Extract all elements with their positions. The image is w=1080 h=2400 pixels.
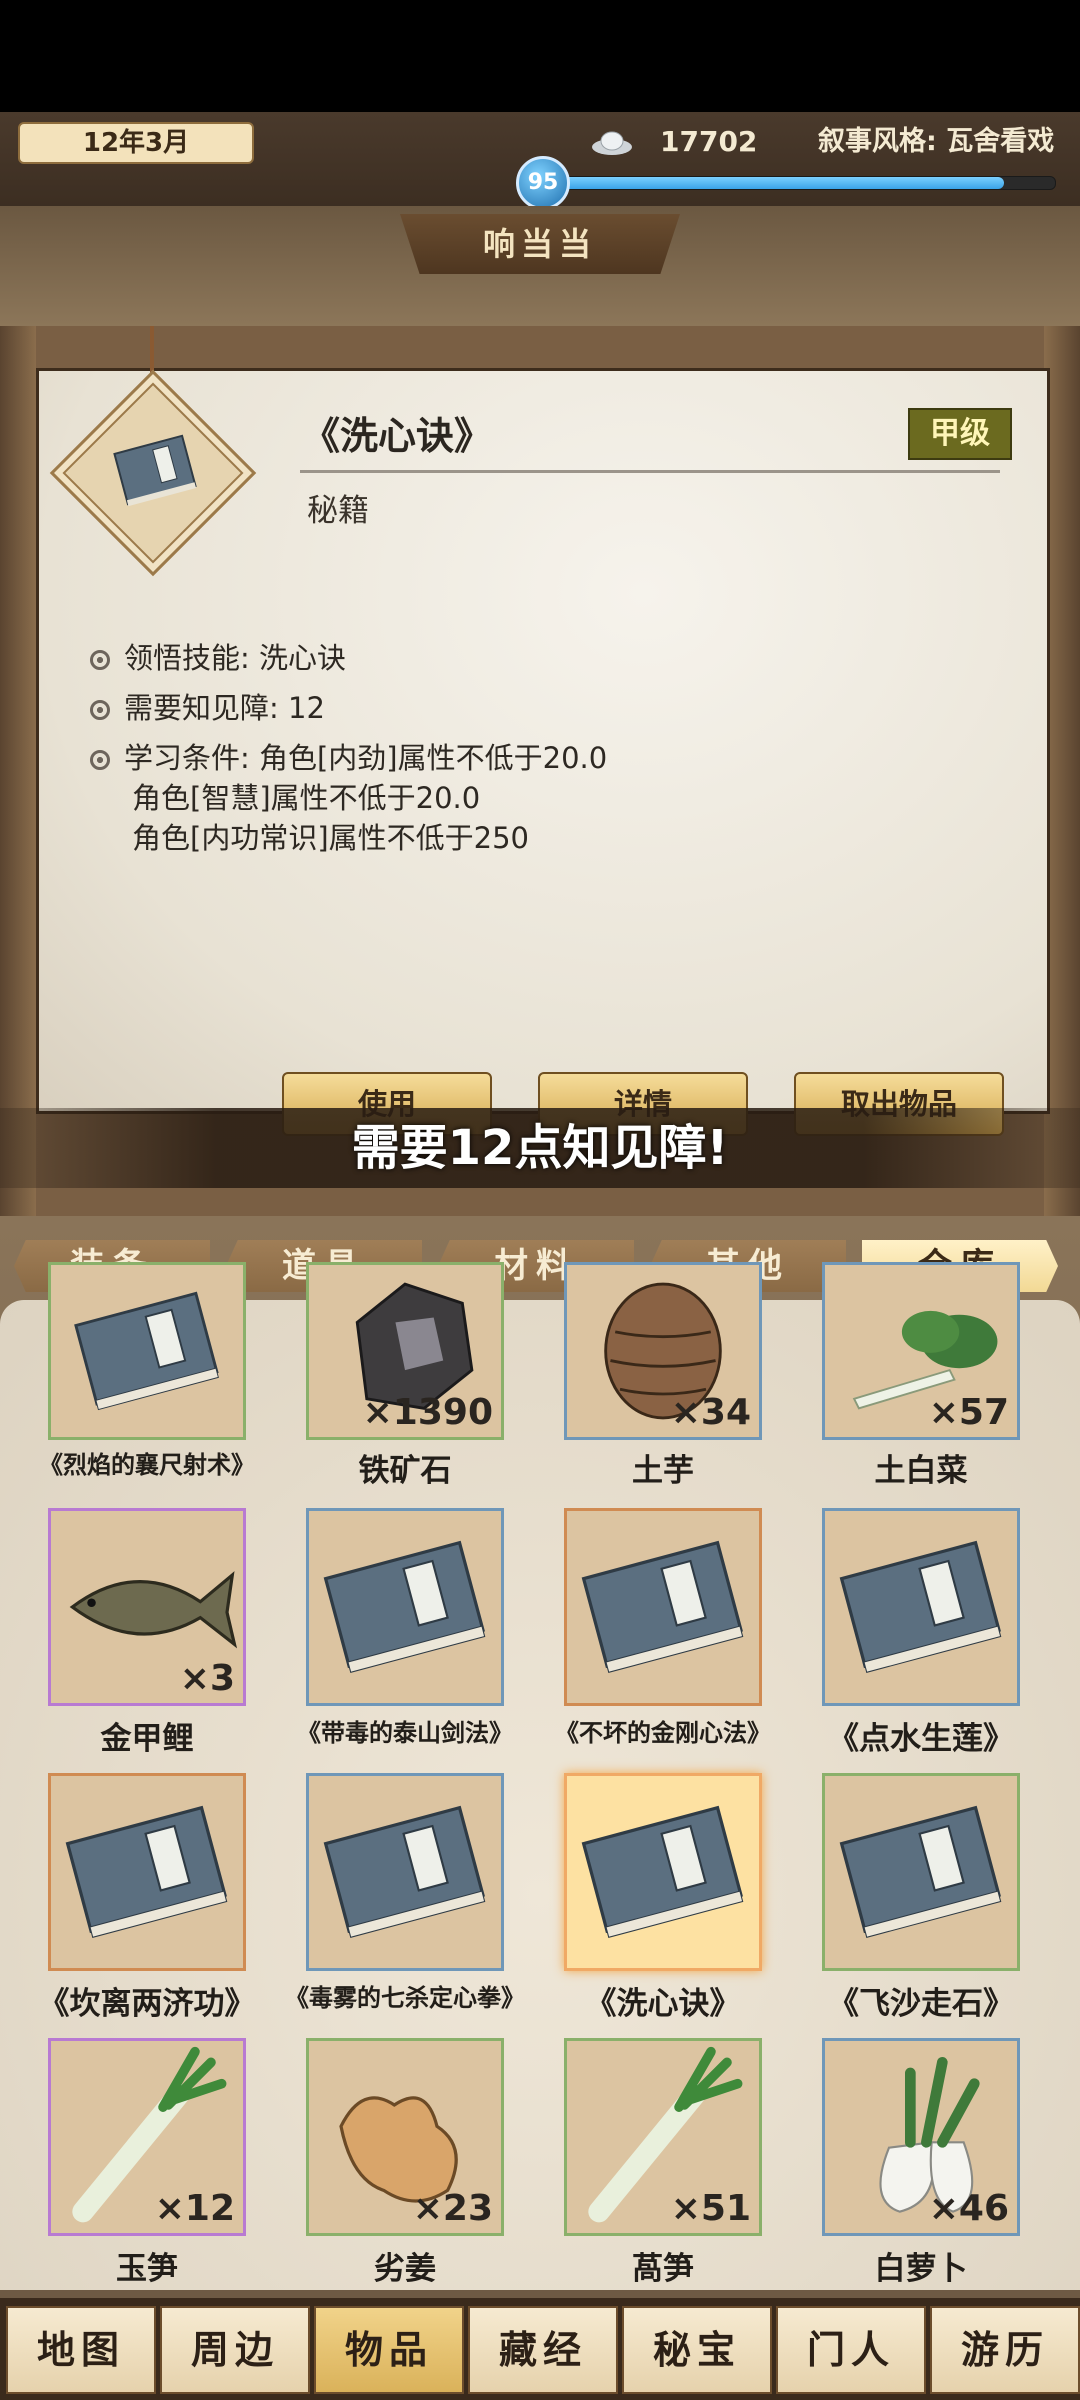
- nav-nearby[interactable]: 周边: [160, 2306, 310, 2394]
- nav-scriptures[interactable]: 藏经: [468, 2306, 618, 2394]
- narrative-style-label[interactable]: 叙事风格: 瓦舍看戏: [818, 124, 1054, 160]
- item-quantity: ×51: [670, 2188, 751, 2229]
- book-icon: [65, 1805, 228, 1938]
- item-type: 秘籍: [307, 493, 369, 529]
- bullet-icon: [90, 700, 110, 720]
- item-slot[interactable]: [822, 1773, 1020, 1971]
- attr-text: 需要知见障: 12: [124, 691, 325, 725]
- item-slot[interactable]: ×57: [822, 1262, 1020, 1440]
- level-badge: 95: [516, 156, 570, 210]
- item-quantity: ×1390: [362, 1392, 493, 1433]
- item-quantity: ×46: [928, 2188, 1009, 2229]
- date-label: 12年3月: [18, 122, 254, 164]
- nav-travel[interactable]: 游历: [930, 2306, 1080, 2394]
- item-name: 《洗心诀》: [302, 414, 493, 458]
- title-divider: [300, 470, 1000, 473]
- book-icon: [839, 1540, 1002, 1673]
- attr-row: 领悟技能: 洗心诀: [90, 635, 346, 677]
- item-slot[interactable]: [822, 1508, 1020, 1706]
- nav-map[interactable]: 地图: [6, 2306, 156, 2394]
- item-slot[interactable]: ×51: [564, 2038, 762, 2236]
- page-title: 响当当: [400, 214, 680, 274]
- item-name-label: 土白菜: [874, 1453, 968, 1489]
- toast-message: 需要12点知见障!: [0, 1108, 1080, 1188]
- money-count: 17702: [660, 125, 758, 158]
- item-slot[interactable]: ×34: [564, 1262, 762, 1440]
- item-slot[interactable]: ×46: [822, 2038, 1020, 2236]
- attr-text: 学习条件: 角色[内劲]属性不低于20.0: [124, 741, 608, 775]
- bullet-icon: [90, 650, 110, 670]
- item-quantity: ×34: [670, 1392, 751, 1433]
- book-icon: [323, 1540, 486, 1673]
- item-slot[interactable]: [48, 1773, 246, 1971]
- book-icon: [113, 434, 197, 507]
- item-name-label: 玉笋: [116, 2251, 178, 2287]
- item-slot[interactable]: ×23: [306, 2038, 504, 2236]
- item-slot[interactable]: [306, 1773, 504, 1971]
- attr-row: 需要知见障: 12: [90, 685, 325, 727]
- item-slot[interactable]: [306, 1508, 504, 1706]
- attr-continuation: 角色[智慧]属性不低于20.0: [132, 781, 481, 815]
- item-name-label: 《毒雾的七杀定心拳》: [285, 1984, 525, 2012]
- item-name-label: 白萝卜: [874, 2251, 968, 2287]
- item-slot[interactable]: [564, 1508, 762, 1706]
- attr-text: 领悟技能: 洗心诀: [124, 641, 346, 675]
- nav-treasure[interactable]: 秘宝: [622, 2306, 772, 2394]
- item-slot[interactable]: ×12: [48, 2038, 246, 2236]
- item-slot[interactable]: ×1390: [306, 1262, 504, 1440]
- item-quantity: ×3: [179, 1658, 235, 1699]
- grade-badge: 甲级: [908, 408, 1012, 460]
- item-name-label: 土芋: [632, 1453, 694, 1489]
- xp-bar-fill: [541, 177, 1004, 189]
- item-slot[interactable]: [564, 1773, 762, 1971]
- attr-row: 学习条件: 角色[内劲]属性不低于20.0: [90, 735, 607, 777]
- item-name-label: 《点水生莲》: [828, 1721, 1014, 1757]
- book-icon: [839, 1805, 1002, 1938]
- nav-items[interactable]: 物品: [314, 2306, 464, 2394]
- xp-bar: [540, 176, 1056, 190]
- nav-disciples[interactable]: 门人: [776, 2306, 926, 2394]
- item-name-label: 《带毒的泰山剑法》: [297, 1719, 513, 1747]
- item-name-label: 萵笋: [632, 2251, 694, 2287]
- frame-pillar-left: [0, 326, 36, 1216]
- item-name-label: 劣姜: [374, 2251, 436, 2287]
- item-quantity: ×57: [928, 1392, 1009, 1433]
- item-name-label: 《飞沙走石》: [828, 1986, 1014, 2022]
- book-icon: [581, 1540, 744, 1673]
- item-name-label: 《洗心诀》: [585, 1986, 741, 2022]
- item-slot[interactable]: [48, 1262, 246, 1440]
- item-name-label: 《不坏的金刚心法》: [555, 1719, 771, 1747]
- silver-ingot-icon: [592, 131, 632, 155]
- item-name-label: 《坎离两济功》: [38, 1986, 256, 2022]
- bullet-icon: [90, 750, 110, 770]
- item-quantity: ×12: [154, 2188, 235, 2229]
- book-icon: [74, 1291, 219, 1411]
- attr-continuation: 角色[内功常识]属性不低于250: [132, 821, 529, 855]
- item-slot[interactable]: ×3: [48, 1508, 246, 1706]
- book-icon: [323, 1805, 486, 1938]
- item-name-label: 《烈焰的襄尺射术》: [39, 1451, 255, 1479]
- item-name-label: 金甲鲤: [100, 1721, 194, 1757]
- item-name-label: 铁矿石: [358, 1453, 452, 1489]
- book-icon: [581, 1805, 744, 1938]
- item-quantity: ×23: [412, 2188, 493, 2229]
